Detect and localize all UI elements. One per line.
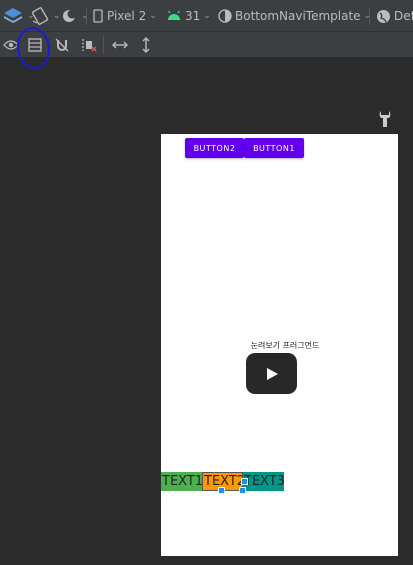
arrows-vertical-icon — [142, 37, 150, 53]
button2[interactable]: BUTTON2 — [185, 138, 244, 158]
locale-name: Def — [394, 9, 413, 23]
button1[interactable]: BUTTON1 — [244, 138, 304, 158]
video-fragment-label: 눈려보기 프러그먼드 — [250, 341, 320, 350]
design-preview-canvas[interactable]: BUTTON2 BUTTON1 눈려보기 프러그먼드 TEXT1 TEXT2 T… — [161, 134, 398, 556]
expand-horizontal-button[interactable] — [109, 32, 131, 58]
clear-constraints-icon — [82, 39, 97, 52]
youtube-play-button[interactable] — [246, 353, 297, 394]
selection-handle-right[interactable] — [241, 478, 248, 485]
layers-icon — [4, 8, 22, 23]
chevron-down-icon: ⌄ — [81, 11, 89, 21]
clear-constraints-button[interactable] — [78, 32, 100, 58]
night-mode-icon — [63, 9, 77, 22]
arrows-horizontal-icon — [112, 41, 128, 49]
globe-icon — [377, 9, 390, 23]
magnet-off-icon — [55, 38, 69, 52]
rotate-device-icon — [31, 7, 49, 25]
design-toolbar: ⌄ ⌄ ⌄ Pixel 2 ⌄ 31 ⌄ BottomNaviTemplate … — [0, 0, 413, 32]
show-constraints-button[interactable] — [52, 32, 72, 58]
selection-handle-bottom-right[interactable] — [239, 487, 246, 494]
locale-selector[interactable]: Def — [376, 0, 413, 32]
theme-icon — [218, 9, 232, 23]
view-options-toolbar — [0, 32, 413, 58]
tab-text3[interactable]: TEXT3 — [243, 472, 284, 491]
play-icon — [266, 367, 278, 380]
night-mode-button[interactable]: ⌄ — [60, 0, 89, 32]
theme-selector[interactable]: BottomNaviTemplate ⌄ — [218, 0, 371, 32]
phone-icon — [93, 9, 103, 23]
device-config-button[interactable] — [378, 110, 392, 128]
selection-handle-bottom-left[interactable] — [218, 487, 225, 494]
chevron-down-icon: ⌄ — [203, 11, 211, 21]
api-selector[interactable]: 31 ⌄ — [167, 0, 211, 32]
tab-text1[interactable]: TEXT1 — [161, 472, 202, 491]
theme-name: BottomNaviTemplate — [235, 9, 361, 23]
api-level: 31 — [185, 9, 201, 23]
expand-vertical-button[interactable] — [135, 32, 157, 58]
wrench-icon — [379, 111, 391, 127]
chevron-down-icon: ⌄ — [149, 11, 157, 21]
device-name: Pixel 2 — [107, 9, 147, 23]
device-selector[interactable]: Pixel 2 ⌄ — [93, 0, 157, 32]
android-icon — [168, 10, 180, 20]
